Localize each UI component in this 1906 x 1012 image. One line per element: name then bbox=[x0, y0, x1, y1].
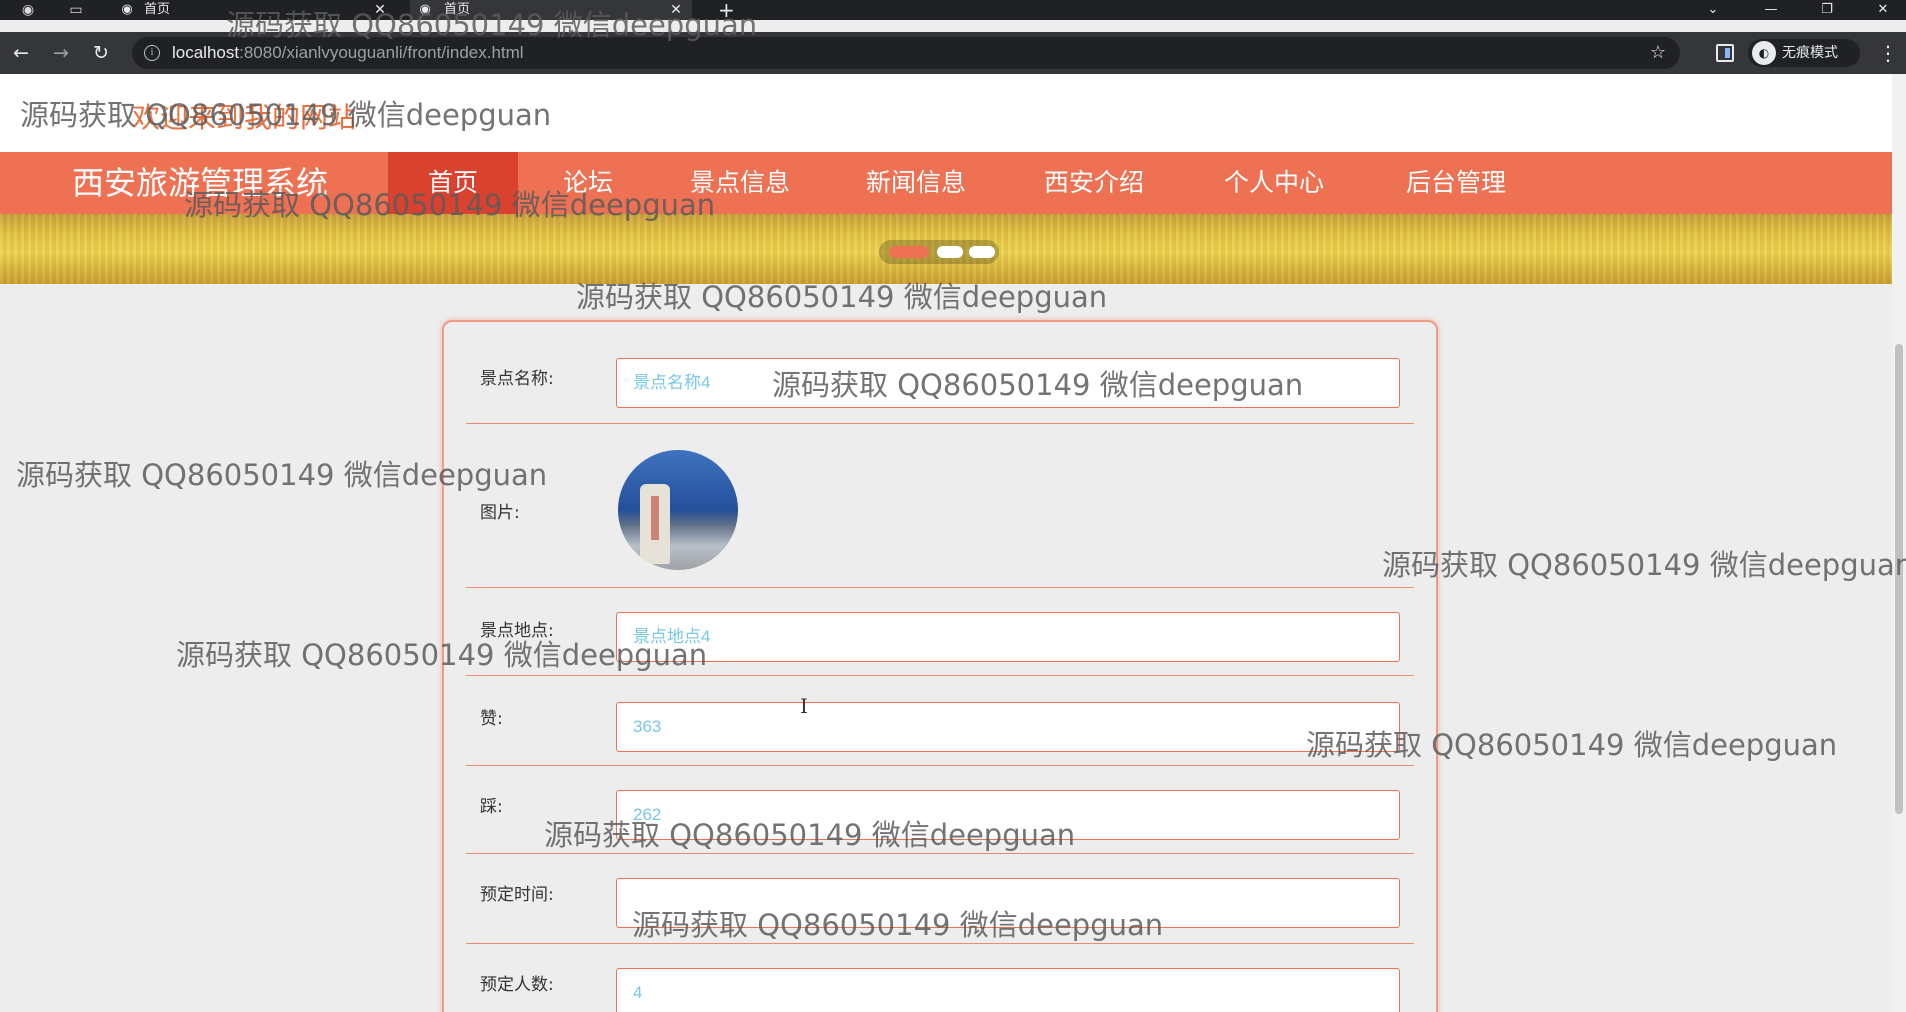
tab-search-icon[interactable]: ▭ bbox=[66, 0, 86, 20]
close-icon[interactable]: ✕ bbox=[372, 0, 388, 20]
tab-title: 首页 bbox=[144, 2, 171, 17]
incognito-label: 无痕模式 bbox=[1782, 45, 1838, 61]
dislikes-label: 踩: bbox=[480, 797, 503, 817]
likes-label: 赞: bbox=[480, 709, 503, 729]
nav-item-xian-intro[interactable]: 西安介绍 bbox=[1026, 152, 1162, 214]
site-info-icon[interactable]: i bbox=[144, 45, 160, 61]
reading-list-icon[interactable] bbox=[1716, 44, 1734, 62]
field-row-image: 图片: bbox=[466, 424, 1414, 588]
welcome-bar: 欢迎来到我的网站 bbox=[0, 74, 1892, 152]
carousel-banner bbox=[0, 214, 1892, 284]
field-row-booking-time: 预定时间: bbox=[466, 854, 1414, 944]
new-tab-button[interactable]: + bbox=[718, 0, 738, 20]
image-label: 图片: bbox=[480, 503, 520, 523]
site-brand: 西安旅游管理系统 bbox=[72, 164, 329, 202]
attraction-detail-card: 景点名称: 景点名称4 图片: 景点地点: 景点地点4 赞: 363 踩: 26… bbox=[442, 320, 1438, 1012]
location-label: 景点地点: bbox=[480, 621, 554, 641]
main-nav: 西安旅游管理系统 首页 论坛 景点信息 新闻信息 西安介绍 个人中心 后台管理 bbox=[0, 152, 1892, 214]
booking-time-label: 预定时间: bbox=[480, 885, 554, 905]
forward-icon[interactable]: → bbox=[46, 32, 76, 74]
field-row-dislikes: 踩: 262 bbox=[466, 766, 1414, 854]
globe-icon: ◉ bbox=[121, 2, 133, 17]
globe-icon[interactable]: ◉ bbox=[18, 0, 38, 20]
booking-count-label: 预定人数: bbox=[480, 975, 554, 995]
browser-toolbar: ← → ↻ i localhost:8080/xianlvyouguanli/f… bbox=[0, 32, 1906, 74]
field-row-name: 景点名称: 景点名称4 bbox=[466, 322, 1414, 424]
minimize-icon[interactable]: — bbox=[1756, 0, 1786, 20]
likes-field[interactable]: 363 bbox=[616, 702, 1400, 752]
scrollbar-thumb[interactable] bbox=[1895, 344, 1903, 814]
nav-item-admin[interactable]: 后台管理 bbox=[1388, 152, 1524, 214]
name-label: 景点名称: bbox=[480, 369, 554, 389]
globe-icon: ◉ bbox=[419, 2, 431, 17]
field-row-location: 景点地点: 景点地点4 bbox=[466, 588, 1414, 676]
booking-count-field[interactable]: 4 bbox=[616, 968, 1400, 1012]
address-bar[interactable]: i localhost:8080/xianlvyouguanli/front/i… bbox=[132, 37, 1680, 69]
url-path: :8080/xianlvyouguanli/front/index.html bbox=[239, 43, 524, 62]
page-scrollbar[interactable] bbox=[1892, 74, 1906, 1012]
carousel-dot-active[interactable] bbox=[889, 246, 929, 258]
nav-item-news[interactable]: 新闻信息 bbox=[848, 152, 984, 214]
carousel-dot[interactable] bbox=[937, 246, 963, 258]
browser-tab[interactable]: ◉ 首页 ✕ bbox=[118, 0, 388, 20]
booking-time-field[interactable] bbox=[616, 878, 1400, 928]
restore-icon[interactable]: ❐ bbox=[1812, 0, 1842, 20]
field-row-likes: 赞: 363 bbox=[466, 676, 1414, 766]
incognito-badge[interactable]: ◐ 无痕模式 bbox=[1748, 39, 1860, 67]
field-row-booking-count: 预定人数: 4 bbox=[466, 944, 1414, 1012]
nav-item-attractions[interactable]: 景点信息 bbox=[672, 152, 808, 214]
browser-menu-icon[interactable]: ⋮ bbox=[1878, 32, 1898, 74]
browser-tab-active[interactable]: ◉ 首页 ✕ bbox=[410, 0, 692, 20]
nav-item-home[interactable]: 首页 bbox=[388, 152, 518, 214]
dislikes-field[interactable]: 262 bbox=[616, 790, 1400, 840]
back-icon[interactable]: ← bbox=[6, 32, 36, 74]
attraction-image bbox=[618, 450, 738, 570]
nav-item-personal-center[interactable]: 个人中心 bbox=[1206, 152, 1342, 214]
name-field[interactable]: 景点名称4 bbox=[616, 358, 1400, 408]
page-viewport: 欢迎来到我的网站 西安旅游管理系统 首页 论坛 景点信息 新闻信息 西安介绍 个… bbox=[0, 74, 1892, 1012]
url-host: localhost bbox=[172, 43, 240, 62]
incognito-icon: ◐ bbox=[1752, 41, 1776, 65]
tab-title: 首页 bbox=[444, 2, 471, 17]
nav-item-forum[interactable]: 论坛 bbox=[540, 152, 636, 214]
window-close-icon[interactable]: ✕ bbox=[1868, 0, 1898, 20]
carousel-indicator bbox=[879, 240, 999, 264]
welcome-text: 欢迎来到我的网站 bbox=[132, 101, 357, 134]
text-cursor-icon: I bbox=[800, 694, 808, 718]
bookmark-star-icon[interactable]: ☆ bbox=[1650, 37, 1666, 69]
close-icon[interactable]: ✕ bbox=[668, 0, 684, 20]
carousel-dot[interactable] bbox=[969, 246, 995, 258]
reload-icon[interactable]: ↻ bbox=[86, 32, 116, 74]
tab-list-chevron-icon[interactable]: ⌄ bbox=[1698, 0, 1728, 20]
url-text[interactable]: localhost:8080/xianlvyouguanli/front/ind… bbox=[172, 37, 524, 69]
location-field[interactable]: 景点地点4 bbox=[616, 612, 1400, 662]
browser-tab-strip: ◉ ▭ ◉ 首页 ✕ ◉ 首页 ✕ + ⌄ — ❐ ✕ bbox=[0, 0, 1906, 20]
